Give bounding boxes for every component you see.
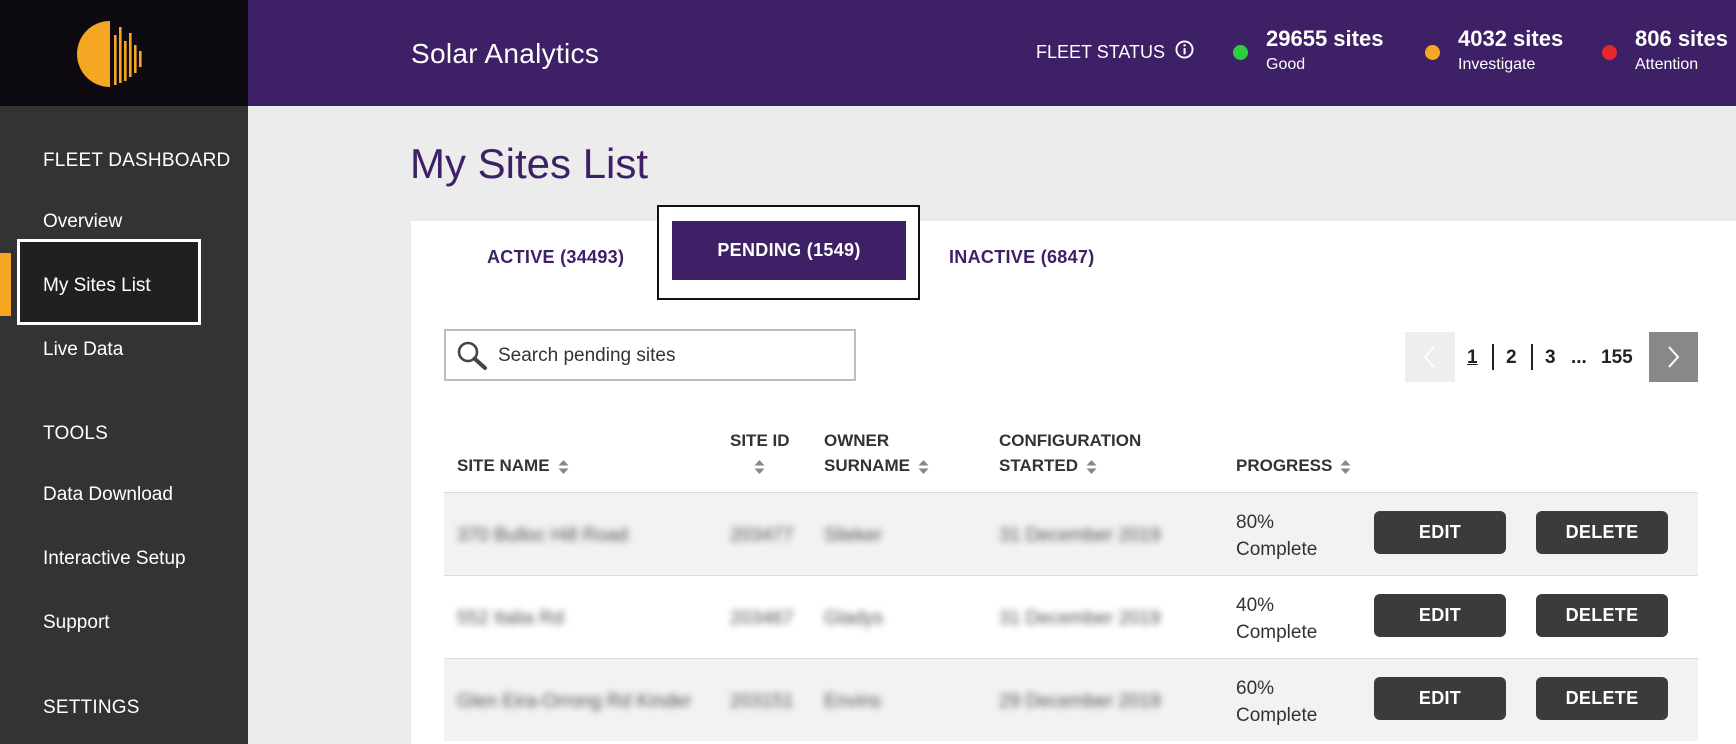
tab-inactive[interactable]: INACTIVE (6847) xyxy=(949,247,1095,268)
edit-button[interactable]: EDIT xyxy=(1374,594,1506,637)
progress-word: Complete xyxy=(1236,539,1318,560)
solar-analytics-logo-icon[interactable] xyxy=(77,21,145,87)
sidebar-item-data-download[interactable]: Data Download xyxy=(43,484,173,506)
site-id-cell: 203477 xyxy=(730,525,794,546)
pagination-prev-button[interactable] xyxy=(1405,332,1455,382)
site-name-cell[interactable]: Glen Eira-Orrong Rd Kinder xyxy=(457,691,691,713)
tab-pending[interactable]: PENDING (1549) xyxy=(672,221,906,280)
column-header-site-id[interactable]: SITE ID xyxy=(730,428,790,478)
sort-icon[interactable] xyxy=(1086,459,1097,475)
column-header-label: PROGRESS xyxy=(1236,456,1333,475)
owner-surname-cell: Envins xyxy=(824,691,882,712)
sidebar-logo-area xyxy=(0,0,248,106)
page-separator xyxy=(1492,344,1494,370)
edit-button[interactable]: EDIT xyxy=(1374,511,1506,554)
fleet-status-label: FLEET STATUS xyxy=(1036,42,1166,62)
sidebar-item-support[interactable]: Support xyxy=(43,612,110,634)
progress-word: Complete xyxy=(1236,622,1318,643)
configuration-started-cell: 29 December 2019 xyxy=(999,691,1161,712)
page-title: My Sites List xyxy=(410,140,649,187)
pagination-next-button[interactable] xyxy=(1649,332,1698,382)
search-input[interactable] xyxy=(496,331,850,381)
chevron-left-icon xyxy=(1423,346,1435,368)
site-name-cell[interactable]: 370 Bulloc Hill Road xyxy=(457,525,628,547)
owner-surname-cell: Slieker xyxy=(824,525,883,546)
status-label: Attention xyxy=(1635,56,1699,73)
status-label: Good xyxy=(1266,56,1306,73)
page-separator xyxy=(1531,344,1533,370)
progress-value: 80% xyxy=(1236,512,1275,533)
status-count: 29655 sites xyxy=(1266,26,1384,51)
sort-icon[interactable] xyxy=(558,459,569,475)
column-header-label: CONFIGURATION xyxy=(999,431,1142,450)
nav-heading-tools: TOOLS xyxy=(43,423,109,444)
chevron-right-icon xyxy=(1668,346,1680,368)
page-link-last[interactable]: 155 xyxy=(1601,347,1633,369)
column-header-site-name[interactable]: SITE NAME xyxy=(457,453,569,478)
sort-icon[interactable] xyxy=(754,459,765,475)
page-link-2[interactable]: 2 xyxy=(1506,347,1517,369)
top-header: Solar Analytics FLEET STATUS 29655 sites… xyxy=(248,0,1736,106)
search-box[interactable] xyxy=(444,329,856,381)
configuration-started-cell: 31 December 2019 xyxy=(999,608,1161,629)
column-header-label: OWNER xyxy=(824,431,890,450)
search-icon xyxy=(457,341,487,370)
progress-value: 60% xyxy=(1236,678,1275,699)
site-id-cell: 203467 xyxy=(730,608,794,629)
sidebar-item-live-data[interactable]: Live Data xyxy=(43,339,123,361)
nav-active-marker xyxy=(0,253,11,316)
progress-word: Complete xyxy=(1236,705,1318,726)
column-header-label: SURNAME xyxy=(824,456,910,475)
column-header-progress[interactable]: PROGRESS xyxy=(1236,453,1351,478)
nav-heading-settings[interactable]: SETTINGS xyxy=(43,697,140,719)
table-row[interactable]: Glen Eira-Orrong Rd Kinder 203151 Envins… xyxy=(444,658,1698,741)
status-dot-investigate-icon xyxy=(1425,45,1440,60)
progress-value: 40% xyxy=(1236,595,1275,616)
sidebar-item-my-sites-list[interactable]: My Sites List xyxy=(43,275,151,297)
page-link-1[interactable]: 1 xyxy=(1467,347,1478,369)
column-header-label: SITE ID xyxy=(730,431,790,450)
app-title: Solar Analytics xyxy=(411,38,600,69)
column-header-configuration-started[interactable]: CONFIGURATION STARTED xyxy=(999,428,1141,478)
progress-cell: 40% Complete xyxy=(1236,592,1317,646)
sort-icon[interactable] xyxy=(918,459,929,475)
status-count: 806 sites xyxy=(1635,26,1728,51)
status-label: Investigate xyxy=(1458,56,1536,73)
nav-heading-fleet-dashboard: FLEET DASHBOARD xyxy=(43,150,231,171)
status-dot-good-icon xyxy=(1233,45,1248,60)
delete-button[interactable]: DELETE xyxy=(1536,677,1668,720)
site-id-cell: 203151 xyxy=(730,691,794,712)
progress-cell: 60% Complete xyxy=(1236,675,1317,729)
progress-cell: 80% Complete xyxy=(1236,509,1317,563)
sidebar: FLEET DASHBOARD Overview My Sites List L… xyxy=(0,0,248,744)
status-count: 4032 sites xyxy=(1458,26,1564,51)
column-header-owner-surname[interactable]: OWNER SURNAME xyxy=(824,428,929,478)
sidebar-item-overview[interactable]: Overview xyxy=(43,211,122,233)
owner-surname-cell: Gladys xyxy=(824,608,884,629)
column-header-label: SITE NAME xyxy=(457,456,550,475)
delete-button[interactable]: DELETE xyxy=(1536,511,1668,554)
info-icon[interactable] xyxy=(1175,40,1194,59)
page-link-3[interactable]: 3 xyxy=(1545,347,1556,369)
delete-button[interactable]: DELETE xyxy=(1536,594,1668,637)
sidebar-item-interactive-setup[interactable]: Interactive Setup xyxy=(43,548,186,570)
table-row[interactable]: 370 Bulloc Hill Road 203477 Slieker 31 D… xyxy=(444,492,1698,575)
page-ellipsis: ... xyxy=(1571,347,1587,368)
tab-active[interactable]: ACTIVE (34493) xyxy=(487,247,624,268)
site-name-cell[interactable]: 552 Italia Rd xyxy=(457,608,564,630)
sort-icon[interactable] xyxy=(1340,459,1351,475)
edit-button[interactable]: EDIT xyxy=(1374,677,1506,720)
status-dot-attention-icon xyxy=(1602,45,1617,60)
column-header-label: STARTED xyxy=(999,456,1079,475)
table-row[interactable]: 552 Italia Rd 203467 Gladys 31 December … xyxy=(444,575,1698,658)
configuration-started-cell: 31 December 2019 xyxy=(999,525,1161,546)
